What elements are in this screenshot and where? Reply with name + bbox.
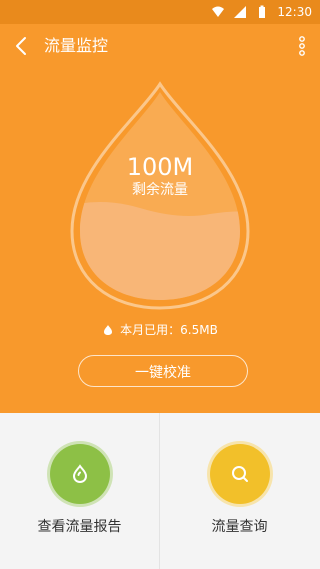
view-report-label: 查看流量报告 — [37, 519, 122, 535]
traffic-query-circle[interactable] — [209, 444, 270, 504]
page-title: 流量监控 — [44, 36, 109, 55]
one-click-calibrate-button[interactable]: 一键校准 — [78, 355, 248, 387]
monthly-used-text: 本月已用：6.5MB — [120, 323, 218, 337]
bottom-actions: 查看流量报告 流量查询 — [0, 413, 320, 569]
drop-icon — [72, 464, 87, 484]
battery-icon — [259, 5, 266, 18]
monthly-used: 本月已用：6.5MB — [0, 321, 320, 338]
back-arrow-icon[interactable] — [10, 34, 34, 58]
search-icon — [231, 466, 248, 482]
app-bar: 流量监控 — [0, 24, 320, 68]
wifi-icon — [212, 6, 225, 17]
drop-small-icon — [104, 324, 113, 335]
status-time: 12:30 — [277, 5, 312, 19]
status-bar: 12:30 — [0, 0, 320, 24]
traffic-query-action[interactable]: 流量查询 — [160, 413, 319, 569]
cell-signal-icon — [234, 6, 247, 18]
remaining-label: 剩余流量 — [132, 182, 188, 198]
remaining-amount: 100M — [126, 153, 194, 181]
traffic-query-label: 流量查询 — [211, 519, 268, 535]
more-options-icon[interactable] — [294, 34, 310, 58]
view-report-circle[interactable] — [49, 444, 110, 504]
traffic-hero: 100M 剩余流量 本月已用：6.5MB 一键校准 — [0, 68, 320, 413]
view-report-action[interactable]: 查看流量报告 — [0, 413, 159, 569]
status-icons: 12:30 — [211, 4, 312, 20]
